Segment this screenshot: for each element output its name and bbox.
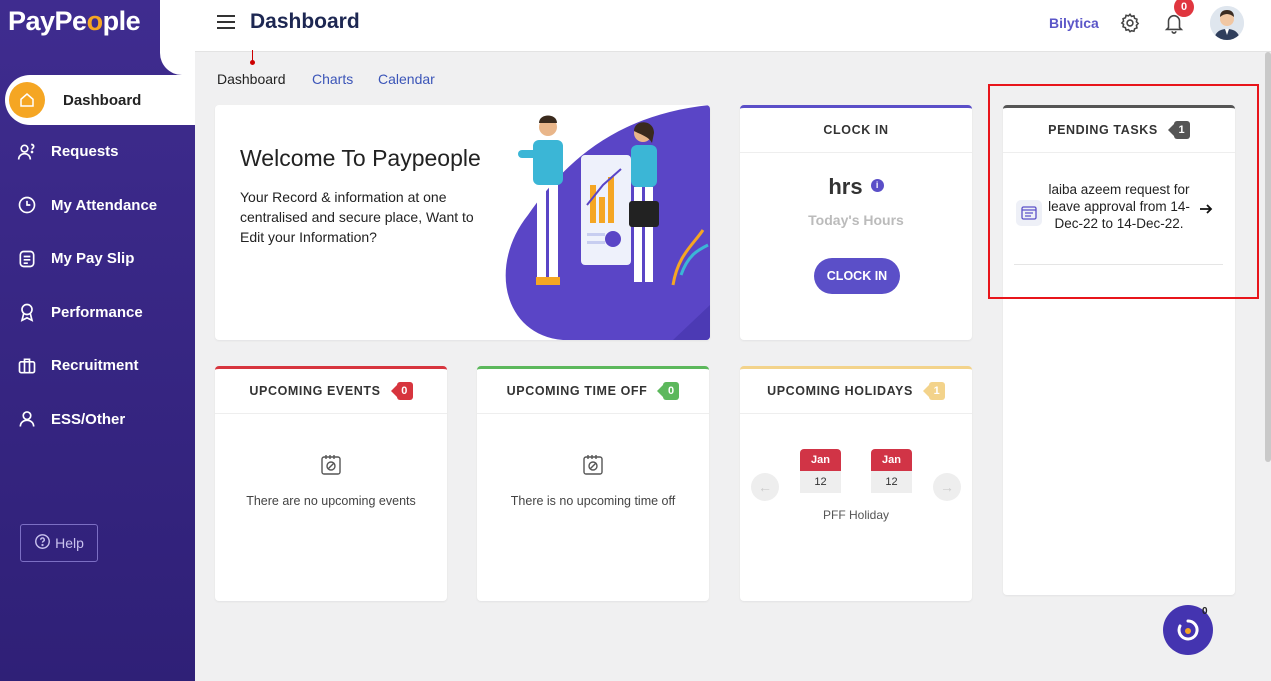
tab-indicator: [250, 50, 255, 65]
user-icon: [16, 408, 38, 430]
award-icon: [16, 301, 38, 323]
clock-icon: [16, 194, 38, 216]
clock-in-button[interactable]: CLOCK IN: [814, 258, 900, 294]
upcoming-events-card: UPCOMING EVENTS 0 There are no upcoming …: [215, 366, 447, 601]
sidebar-item-my-attendance[interactable]: My Attendance: [0, 179, 195, 233]
avatar[interactable]: [1210, 6, 1244, 40]
highlight-box: [988, 84, 1259, 299]
help-label: Help: [55, 535, 84, 551]
fab-count: 0: [1202, 606, 1208, 617]
paypeople-logo[interactable]: PayPeople: [8, 6, 141, 37]
sidebar-item-performance[interactable]: Performance: [0, 286, 195, 340]
todays-hours-value: hrs i: [740, 174, 972, 200]
welcome-title: Welcome To Paypeople: [240, 145, 481, 171]
welcome-illustration: [505, 105, 710, 340]
top-header: Dashboard Bilytica 0: [195, 0, 1271, 52]
upcoming-holidays-card: UPCOMING HOLIDAYS 1 ← Jan 12 Jan 12 → PF…: [740, 366, 972, 601]
clock-in-header: CLOCK IN: [740, 108, 972, 153]
sidebar-item-label: ESS/Other: [51, 410, 126, 428]
sidebar-item-label: Performance: [51, 303, 143, 321]
sidebar: PayPeople Dashboard Requests My Attendan…: [0, 0, 195, 681]
upcoming-time-off-card: UPCOMING TIME OFF 0 There is no upcoming…: [477, 366, 709, 601]
home-icon: [9, 82, 45, 118]
payslip-icon: [16, 248, 38, 270]
sidebar-item-label: Dashboard: [63, 91, 142, 109]
no-events-icon: [215, 454, 447, 476]
no-time-off-icon: [477, 454, 709, 476]
tab-calendar[interactable]: Calendar: [378, 71, 435, 87]
todays-hours-label: Today's Hours: [808, 212, 904, 228]
upcoming-events-count: 0: [390, 382, 413, 400]
page-scrollbar[interactable]: [1265, 52, 1271, 462]
sidebar-item-label: My Attendance: [51, 196, 158, 214]
sidebar-item-label: Requests: [51, 143, 119, 161]
sidebar-item-my-pay-slip[interactable]: My Pay Slip: [0, 232, 195, 286]
sidebar-item-dashboard[interactable]: Dashboard: [5, 75, 195, 125]
sidebar-item-recruitment[interactable]: Recruitment: [0, 339, 195, 393]
gear-icon[interactable]: [1119, 12, 1141, 39]
sidebar-item-label: My Pay Slip: [51, 250, 135, 268]
sidebar-item-label: Recruitment: [51, 357, 139, 375]
upcoming-holidays-header: UPCOMING HOLIDAYS 1: [740, 369, 972, 414]
chevron-left-icon[interactable]: ←: [751, 473, 779, 501]
tab-charts[interactable]: Charts: [312, 71, 353, 87]
upcoming-holidays-count: 1: [922, 382, 945, 400]
welcome-card: Welcome To Paypeople Your Record & infor…: [215, 105, 710, 340]
welcome-text: Your Record & information at one central…: [240, 189, 474, 245]
tab-dashboard[interactable]: Dashboard: [217, 71, 286, 87]
no-time-off-text: There is no upcoming time off: [510, 494, 676, 508]
sidebar-item-ess-other[interactable]: ESS/Other: [0, 393, 195, 447]
chevron-right-icon[interactable]: →: [933, 473, 961, 501]
notification-badge: 0: [1174, 0, 1194, 17]
upcoming-time-off-header: UPCOMING TIME OFF 0: [477, 369, 709, 414]
briefcase-icon: [16, 355, 38, 377]
holiday-name: PFF Holiday: [822, 508, 890, 522]
upcoming-time-off-count: 0: [657, 382, 680, 400]
sidebar-item-requests[interactable]: Requests: [0, 125, 195, 179]
menu-icon[interactable]: [217, 15, 235, 29]
help-icon: [34, 533, 51, 553]
page-title: Dashboard: [250, 10, 360, 33]
holiday-date: Jan 12: [800, 449, 841, 493]
info-icon[interactable]: i: [870, 179, 884, 192]
requests-icon: [16, 141, 38, 163]
upcoming-events-header: UPCOMING EVENTS 0: [215, 369, 447, 414]
sidebar-notch: [160, 0, 195, 75]
sidebar-nav: Dashboard Requests My Attendance My Pay …: [0, 75, 195, 446]
no-events-text: There are no upcoming events: [246, 494, 416, 508]
holiday-date: Jan 12: [871, 449, 912, 493]
organization-name[interactable]: Bilytica: [1049, 15, 1099, 31]
clock-in-card: CLOCK IN hrs i Today's Hours CLOCK IN: [740, 105, 972, 340]
help-button[interactable]: Help: [20, 524, 98, 562]
